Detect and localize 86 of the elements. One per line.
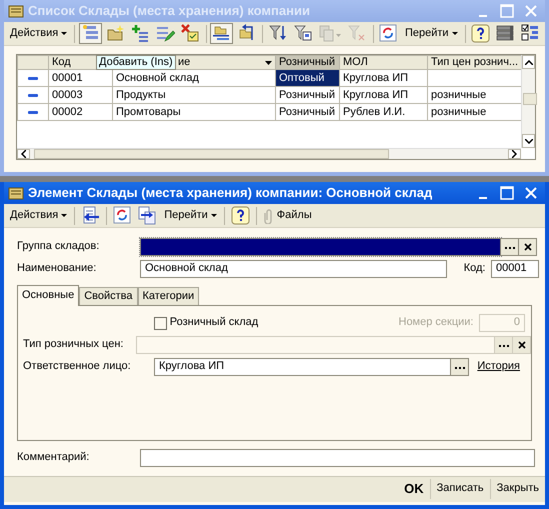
caret-icon xyxy=(210,214,217,217)
field-label: Номер секции: xyxy=(398,316,474,330)
scroll-right-button[interactable] xyxy=(508,149,521,159)
close-icon xyxy=(524,4,538,18)
arrow-up-icon xyxy=(524,60,532,64)
window-icon xyxy=(8,185,24,201)
maximize-icon xyxy=(500,4,514,18)
menu-button[interactable]: Действия xyxy=(7,208,70,224)
tab[interactable]: Свойства xyxy=(79,287,138,305)
scrollbar-thumb[interactable] xyxy=(523,93,537,105)
arrow-left-icon xyxy=(21,150,26,158)
menu-button[interactable]: Перейти xyxy=(402,26,461,42)
files-button[interactable]: Файлы xyxy=(260,206,315,224)
table-cell[interactable]: 00002 xyxy=(48,104,112,121)
menu-button[interactable]: Действия xyxy=(7,26,70,42)
tab[interactable]: Категории xyxy=(138,287,200,305)
field-label: Наименование: xyxy=(17,262,98,276)
sort-caret-icon[interactable] xyxy=(265,60,272,65)
column-header[interactable]: Тип цен рознич... xyxy=(428,56,522,70)
input-field[interactable]: Основной склад xyxy=(140,260,447,278)
item-icon xyxy=(28,110,38,115)
select-button[interactable] xyxy=(501,238,519,256)
table-cell[interactable]: 00003 xyxy=(48,86,112,104)
field-label: Ответственное лицо: xyxy=(23,360,132,374)
tooltip: Добавить (Ins) xyxy=(96,55,176,70)
column-header-label[interactable]: ие xyxy=(178,56,190,69)
table-cell[interactable]: Промтовары xyxy=(112,104,276,121)
maximize-icon xyxy=(500,186,514,200)
column-header[interactable]: МОЛ xyxy=(340,56,428,70)
window-title: Элемент Склады (места хранения) компании: Основной склад xyxy=(28,185,434,201)
horizontal-scrollbar[interactable] xyxy=(17,148,521,159)
caret-icon xyxy=(61,214,68,217)
window-title: Список Склады (места хранения) компании xyxy=(28,3,311,19)
clear-icon xyxy=(518,341,526,349)
help-button[interactable] xyxy=(468,23,492,44)
table-cell[interactable]: Круглова ИП xyxy=(340,86,428,104)
ellipsis-icon xyxy=(504,246,514,248)
window-icon xyxy=(8,3,24,19)
arrow-right-icon xyxy=(512,150,517,158)
input-field[interactable]: Круглова ИП xyxy=(154,358,451,376)
paperclip-icon xyxy=(264,208,274,224)
menu-button[interactable]: Перейти xyxy=(161,208,220,224)
minimize-icon xyxy=(479,197,487,199)
dialog-button[interactable]: Записать xyxy=(430,479,490,499)
clear-button[interactable] xyxy=(513,336,531,354)
field-label: Группа складов: xyxy=(17,240,100,254)
scrollbar-thumb[interactable] xyxy=(34,149,389,159)
close-icon xyxy=(524,186,538,200)
input-field[interactable] xyxy=(140,448,535,466)
input-field[interactable]: 00001 xyxy=(491,260,539,278)
dialog-button[interactable]: OK xyxy=(398,479,430,499)
table-cell[interactable]: Розничный xyxy=(276,104,340,121)
history-link[interactable]: История xyxy=(477,360,520,374)
checkbox-label: Розничный склад xyxy=(170,316,258,330)
select-button[interactable] xyxy=(451,358,469,376)
minimize-icon xyxy=(479,15,487,17)
table-cell[interactable]: Оптовый xyxy=(276,70,340,87)
scroll-up-button[interactable] xyxy=(522,55,535,69)
arrow-down-icon xyxy=(524,138,532,144)
column-header[interactable]: Розничный xyxy=(276,56,340,70)
input-field[interactable] xyxy=(140,238,501,256)
tab[interactable]: Основные xyxy=(17,285,80,306)
ellipsis-icon xyxy=(454,366,464,368)
caret-icon xyxy=(61,32,68,35)
select-button[interactable] xyxy=(495,336,513,354)
table-cell[interactable]: Круглова ИП xyxy=(340,70,428,87)
clear-icon xyxy=(524,243,532,251)
scroll-down-button[interactable] xyxy=(522,134,535,148)
checkbox[interactable] xyxy=(154,316,167,330)
table-cell[interactable]: Розничный xyxy=(276,86,340,104)
field-label: Код: xyxy=(464,262,486,276)
caret-icon xyxy=(452,32,458,35)
table-cell[interactable]: Рублев И.И. xyxy=(340,104,428,121)
field-label: Тип розничных цен: xyxy=(23,338,124,352)
dialog-button[interactable]: Закрыть xyxy=(490,479,545,499)
help-button[interactable] xyxy=(228,205,252,226)
field-label: Комментарий: xyxy=(17,450,90,464)
scroll-left-button[interactable] xyxy=(17,149,30,159)
hierarchy-button[interactable] xyxy=(210,23,234,44)
ellipsis-icon xyxy=(498,344,508,346)
clear-button[interactable] xyxy=(519,238,537,256)
table-cell[interactable]: Продукты xyxy=(112,86,276,104)
vertical-scrollbar[interactable] xyxy=(521,55,535,148)
item-icon xyxy=(28,76,38,81)
item-icon xyxy=(28,94,38,98)
list-button[interactable] xyxy=(78,23,102,44)
